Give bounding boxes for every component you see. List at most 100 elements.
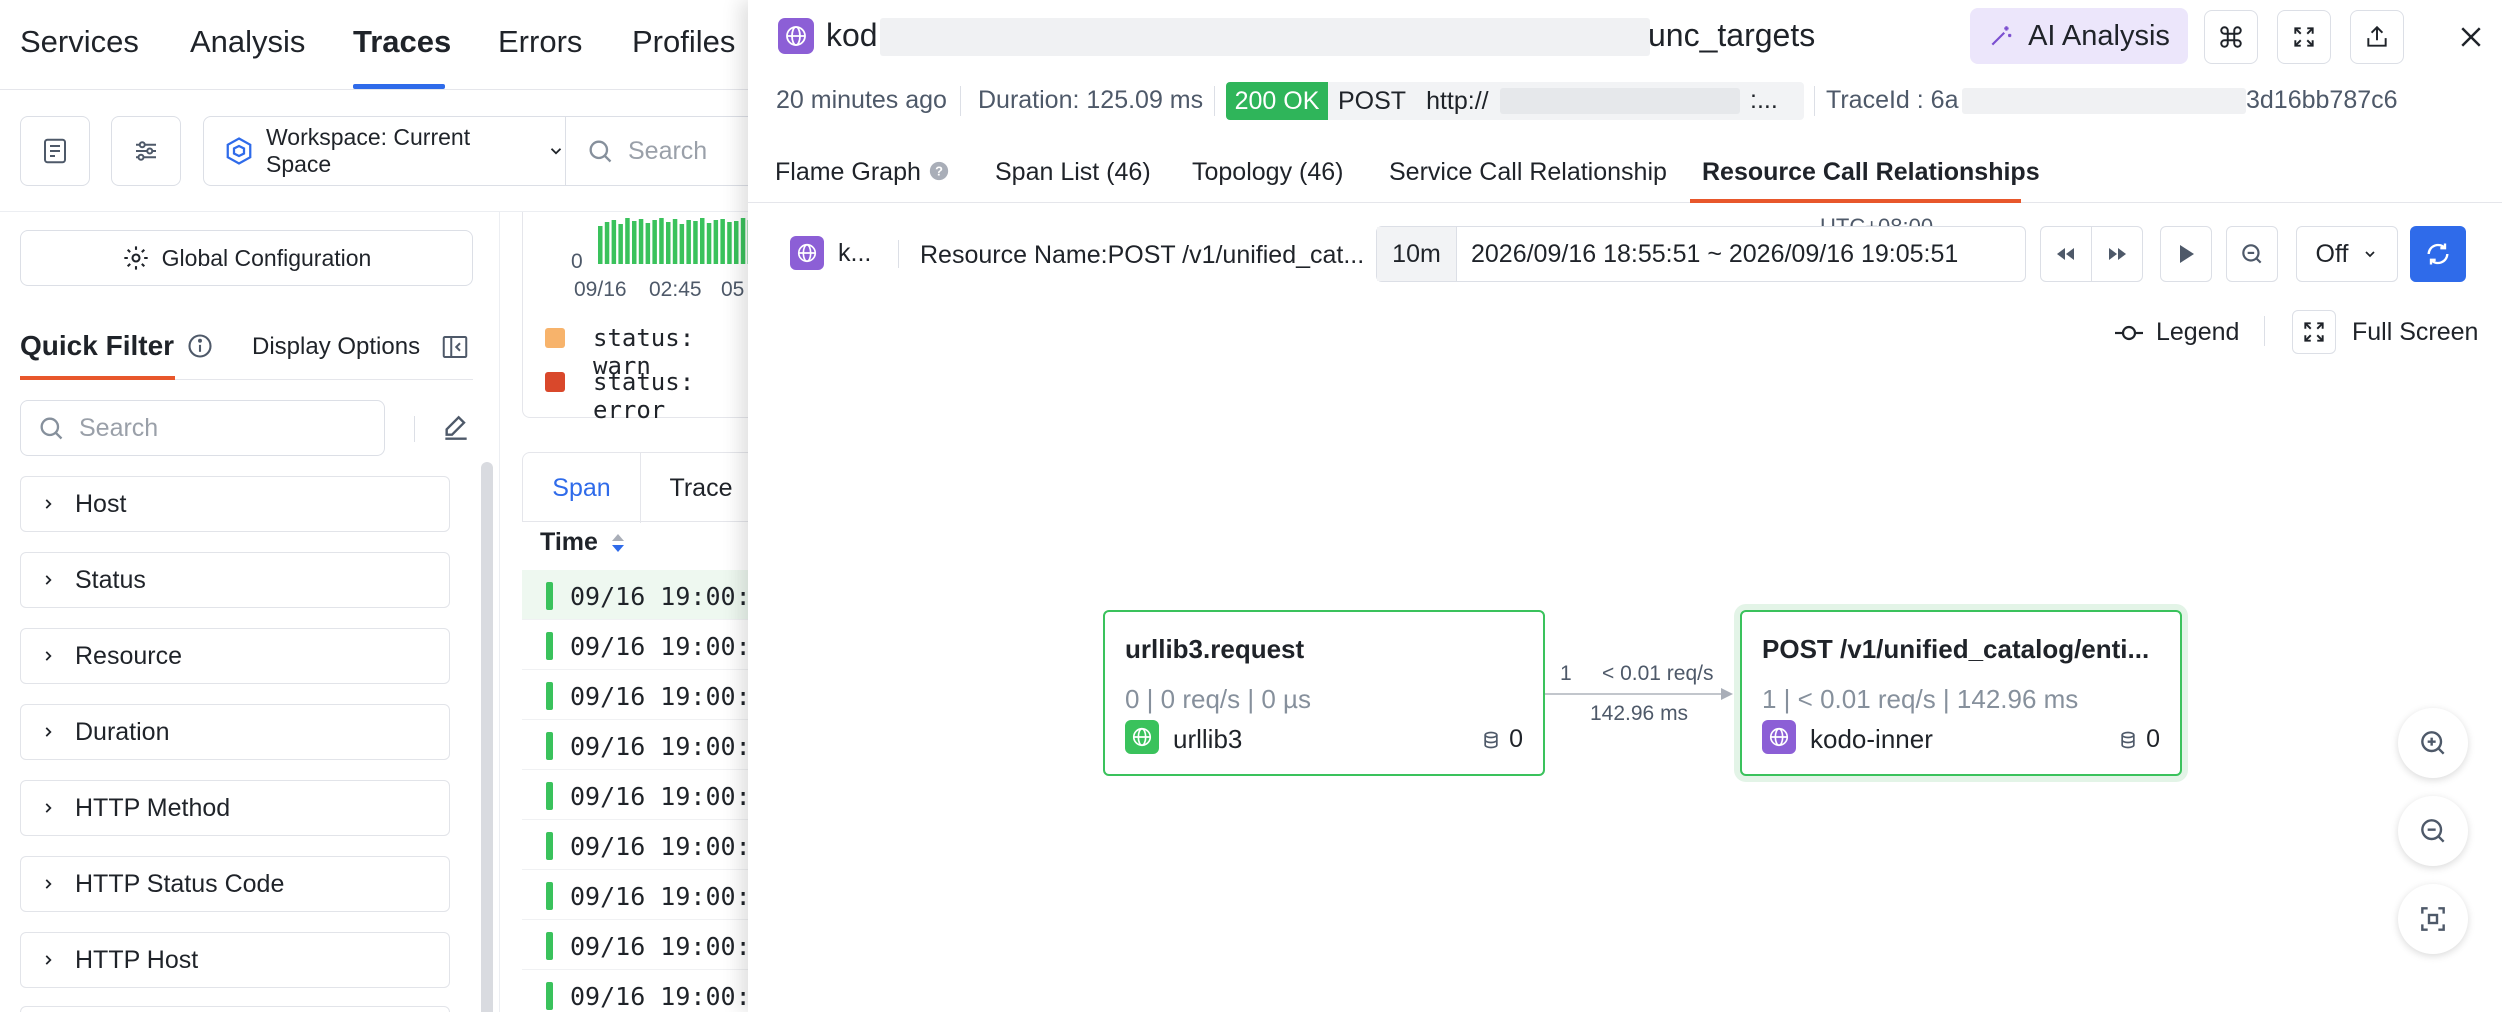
- nav-tab-errors[interactable]: Errors: [498, 24, 582, 60]
- fit-view-button[interactable]: [2398, 884, 2468, 954]
- nav-tab-profiles[interactable]: Profiles: [632, 24, 735, 60]
- graph-node-urllib3[interactable]: urllib3.request 0 | 0 req/s | 0 µs urlli…: [1103, 610, 1545, 776]
- refresh-button[interactable]: [2410, 226, 2466, 282]
- time-range-text: 2026/09/16 18:55:51 ~ 2026/09/16 19:05:5…: [1471, 239, 1959, 268]
- step-forward-button[interactable]: [2091, 226, 2143, 282]
- share-button[interactable]: [2350, 10, 2404, 64]
- chevron-right-icon: [41, 725, 55, 739]
- redacted-mask: [880, 18, 1650, 56]
- info-icon[interactable]: [186, 332, 214, 360]
- saved-views-button[interactable]: [20, 116, 90, 186]
- facet-duration[interactable]: Duration: [20, 704, 450, 760]
- ai-analysis-button[interactable]: AI Analysis: [1970, 8, 2188, 64]
- status-bar: [546, 932, 553, 960]
- step-back-button[interactable]: [2040, 226, 2092, 282]
- node-title: urllib3.request: [1125, 634, 1305, 664]
- zoom-out-icon: [2417, 815, 2449, 847]
- time-ago: 20 minutes ago: [776, 86, 947, 114]
- filter-search-input[interactable]: Search: [20, 400, 385, 456]
- redacted-mask: [1500, 88, 1740, 114]
- status-badge: 200 OK: [1226, 82, 1328, 120]
- tab-resource-call-relationships[interactable]: Resource Call Relationships: [1702, 158, 2040, 187]
- histogram-bar: [727, 222, 732, 264]
- trace-id-prefix: TraceId : 6a: [1826, 86, 1959, 114]
- filter-scrollbar[interactable]: [481, 462, 493, 1012]
- zoom-out-time-button[interactable]: [2226, 226, 2278, 282]
- facet-label: Status: [75, 565, 146, 594]
- histogram-bar: [618, 224, 623, 264]
- node-title: POST /v1/unified_catalog/enti...: [1762, 634, 2150, 664]
- table-row[interactable]: 09/16 19:00:: [522, 670, 762, 720]
- tab-span[interactable]: Span: [523, 453, 641, 523]
- row-time: 09/16 19:00:: [570, 632, 751, 661]
- table-row[interactable]: 09/16 19:00:: [522, 870, 762, 920]
- fast-forward-icon: [2105, 244, 2129, 264]
- search-placeholder: Search: [628, 136, 708, 165]
- histogram-bar: [713, 220, 719, 264]
- facet-http-status-code[interactable]: HTTP Status Code: [20, 856, 450, 912]
- full-screen-button[interactable]: Full Screen: [2292, 310, 2478, 354]
- display-options-link[interactable]: Display Options: [252, 333, 420, 361]
- filter-settings-button[interactable]: [111, 116, 181, 186]
- table-row[interactable]: 09/16 19:00:: [522, 770, 762, 820]
- zoom-out-button[interactable]: [2398, 796, 2468, 866]
- collapse-panel-icon[interactable]: [440, 332, 470, 362]
- tab-topology[interactable]: Topology (46): [1192, 158, 1343, 187]
- legend-swatch-error: [545, 372, 565, 392]
- quick-range[interactable]: 10m: [1377, 227, 1457, 281]
- globe-icon: [1125, 720, 1159, 754]
- table-row[interactable]: 09/16 19:00:: [522, 970, 762, 1012]
- table-row[interactable]: 09/16 19:00:: [522, 820, 762, 870]
- y-tick: 0: [571, 250, 583, 273]
- auto-refresh-select[interactable]: Off: [2296, 226, 2398, 282]
- database-icon: [2118, 729, 2138, 751]
- expand-button[interactable]: [2277, 10, 2331, 64]
- histogram-bar: [632, 221, 637, 264]
- facet-resource[interactable]: Resource: [20, 628, 450, 684]
- facet-http-host[interactable]: HTTP Host: [20, 932, 450, 988]
- facet-label: Duration: [75, 717, 170, 746]
- facet-host[interactable]: Host: [20, 476, 450, 532]
- nav-tab-analysis[interactable]: Analysis: [190, 24, 305, 60]
- table-row[interactable]: 09/16 19:00:: [522, 720, 762, 770]
- histogram-bar: [672, 219, 678, 264]
- nav-tab-services[interactable]: Services: [20, 24, 139, 60]
- facet-status[interactable]: Status: [20, 552, 450, 608]
- histogram-bar: [638, 219, 644, 264]
- legend-button[interactable]: Legend: [2114, 318, 2239, 347]
- mini-histogram: [598, 218, 766, 264]
- quick-filter-title: Quick Filter: [20, 330, 214, 362]
- edit-icon[interactable]: [440, 412, 472, 444]
- facet-label: Resource: [75, 641, 182, 670]
- close-icon[interactable]: [2456, 22, 2486, 52]
- sort-icon[interactable]: [610, 532, 626, 554]
- resource-service-short: k...: [838, 239, 872, 267]
- global-configuration-button[interactable]: Global Configuration: [20, 230, 473, 286]
- help-icon[interactable]: ?: [928, 160, 950, 182]
- graph-node-post-unified-catalog[interactable]: POST /v1/unified_catalog/enti... 1 | < 0…: [1740, 610, 2182, 776]
- tab-service-call-relationship[interactable]: Service Call Relationship: [1389, 158, 1667, 187]
- nav-tab-traces[interactable]: Traces: [353, 24, 451, 60]
- facet-more[interactable]: [20, 1006, 450, 1012]
- play-button[interactable]: [2160, 226, 2212, 282]
- database-icon: [1481, 729, 1501, 751]
- ai-analysis-label: AI Analysis: [2028, 19, 2170, 52]
- tab-flame-graph[interactable]: Flame Graph: [775, 158, 921, 187]
- table-row[interactable]: 09/16 19:00:: [522, 920, 762, 970]
- meta-divider: [960, 86, 961, 116]
- facet-http-method[interactable]: HTTP Method: [20, 780, 450, 836]
- quick-filter-active-indicator: [20, 376, 175, 380]
- workspace-select[interactable]: Workspace: Current Space: [203, 116, 566, 186]
- table-row[interactable]: 09/16 19:00:: [522, 570, 762, 620]
- tab-span-list[interactable]: Span List (46): [995, 158, 1151, 187]
- time-range-picker[interactable]: 10m 2026/09/16 18:55:51 ~ 2026/09/16 19:…: [1376, 226, 2026, 282]
- tab-trace[interactable]: Trace: [641, 453, 761, 523]
- command-button[interactable]: [2204, 10, 2258, 64]
- full-screen-label: Full Screen: [2352, 317, 2479, 346]
- zoom-in-button[interactable]: [2398, 708, 2468, 778]
- trace-search-input[interactable]: Search: [566, 116, 766, 186]
- status-bar: [546, 832, 553, 860]
- resource-globe-icon: [790, 236, 824, 270]
- table-row[interactable]: 09/16 19:00:: [522, 620, 762, 670]
- time-column-header[interactable]: Time: [540, 528, 626, 557]
